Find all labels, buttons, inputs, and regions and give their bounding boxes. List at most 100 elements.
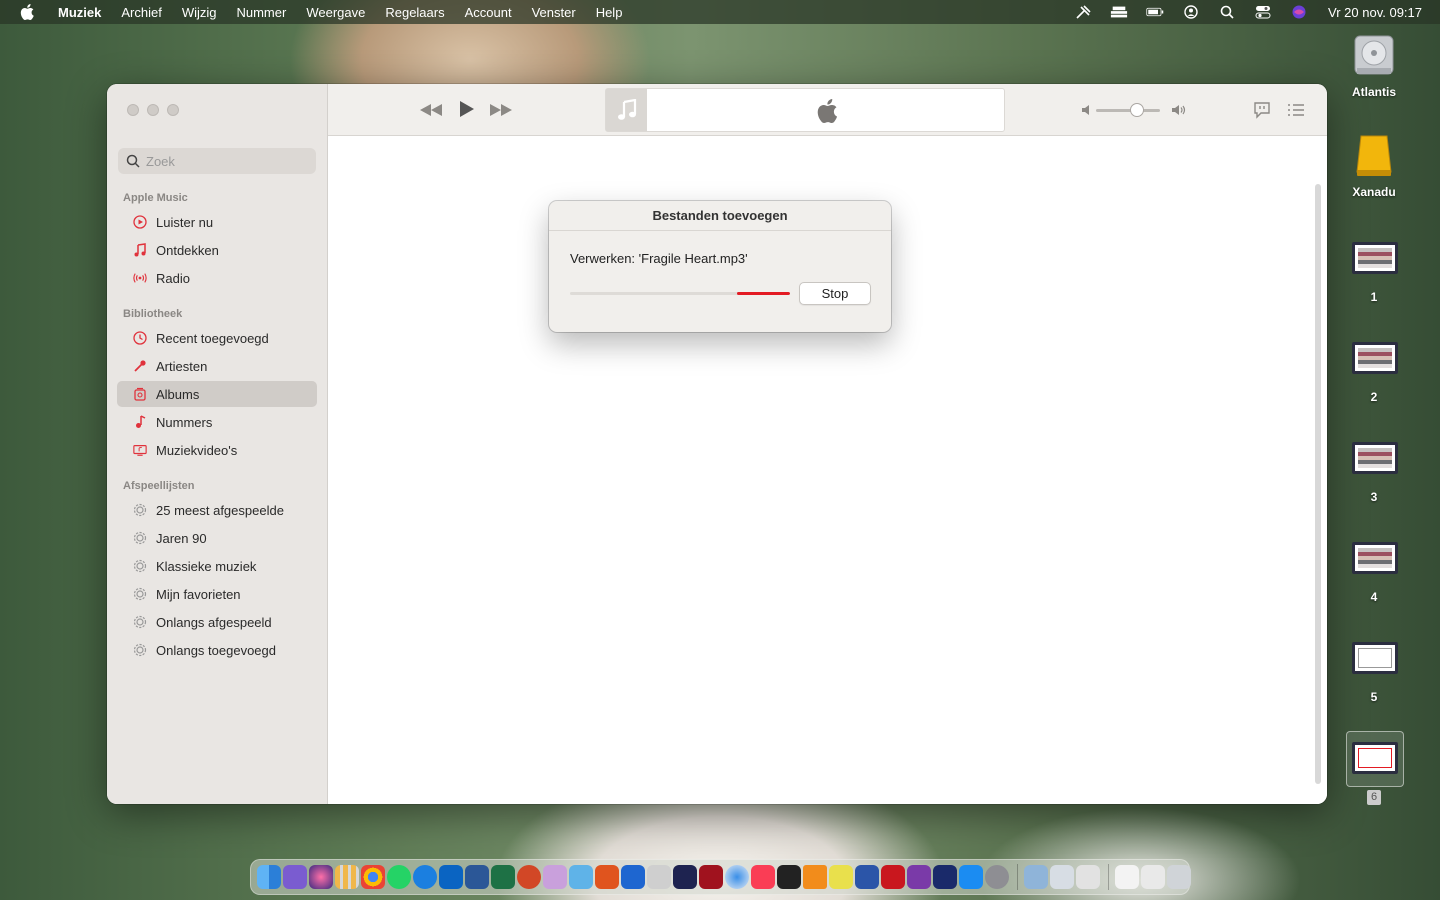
volume-slider-knob[interactable] [1130,103,1144,117]
system-preferences-dock-icon[interactable] [985,865,1009,889]
sidebar-item-radio[interactable]: Radio [117,265,317,291]
affinity-designer-dock-icon[interactable] [569,865,593,889]
space-thumbnail-2[interactable] [1352,342,1398,374]
launchpad-dock-icon[interactable] [335,865,359,889]
apple-menu-icon[interactable] [20,4,36,20]
menu-regelaars[interactable]: Regelaars [385,5,444,20]
red-box-app-dock-icon[interactable] [881,865,905,889]
rewind-button[interactable] [418,100,444,120]
sidebar-item-playlist-2[interactable]: Jaren 90 [117,525,317,551]
sidebar-item-ontdekken[interactable]: Ontdekken [117,237,317,263]
blue-app-dock-icon[interactable] [855,865,879,889]
excel-dock-icon[interactable] [491,865,515,889]
whatsapp-dock-icon[interactable] [387,865,411,889]
sidebar-item-muziekvideos[interactable]: Muziekvideo's [117,437,317,463]
progress-bar-fill [737,292,790,295]
clock-icon [133,331,147,345]
quicktime-dock-icon[interactable] [725,865,749,889]
affinity-publisher-dock-icon[interactable] [595,865,619,889]
menu-weergave[interactable]: Weergave [306,5,365,20]
downloads-dock-icon[interactable] [1141,865,1165,889]
control-center-icon[interactable] [1254,5,1272,19]
space-thumbnail-6[interactable] [1352,742,1398,774]
siri-icon[interactable] [1290,5,1308,19]
spotlight-search-icon[interactable] [1218,5,1236,19]
music-dock-icon[interactable] [751,865,775,889]
zoom-button[interactable] [167,104,179,116]
menu-wijzig[interactable]: Wijzig [182,5,217,20]
sidecar-dock-icon[interactable] [283,865,307,889]
outlook-dock-icon[interactable] [439,865,463,889]
preview-dock-icon[interactable] [1050,865,1074,889]
minimize-button[interactable] [147,104,159,116]
sidebar-item-albums[interactable]: Albums [117,381,317,407]
user-icon[interactable] [1182,5,1200,19]
powerpoint-dock-icon[interactable] [517,865,541,889]
dock-separator [1017,864,1018,890]
utilities-dock-icon[interactable] [1076,865,1100,889]
space-thumbnail-5[interactable] [1352,642,1398,674]
sidebar-item-playlist-1[interactable]: 25 meest afgespeelde [117,497,317,523]
menu-help[interactable]: Help [596,5,623,20]
space-label-3: 3 [1370,490,1378,504]
space-thumbnail-3[interactable] [1352,442,1398,474]
menu-account[interactable]: Account [465,5,512,20]
word-dock-icon[interactable] [465,865,489,889]
affinity-photo-dock-icon[interactable] [543,865,567,889]
terminal-dock-icon[interactable] [777,865,801,889]
sidebar-item-playlist-4[interactable]: Mijn favorieten [117,581,317,607]
now-playing-display[interactable] [605,88,1005,132]
red-app-dock-icon[interactable] [699,865,723,889]
sn8-dock-icon[interactable] [673,865,697,889]
play-icon [460,101,474,117]
menu-archief[interactable]: Archief [121,5,161,20]
broadcast-icon[interactable] [1074,5,1092,19]
vlc-dock-icon[interactable] [803,865,827,889]
yellow-app-dock-icon[interactable] [829,865,853,889]
calculator-dock-icon[interactable] [647,865,671,889]
sidebar-item-nummers[interactable]: Nummers [117,409,317,435]
menu-nummer[interactable]: Nummer [236,5,286,20]
progress-bar [570,292,790,295]
xcode-dock-icon[interactable] [621,865,645,889]
finder-dock-icon[interactable] [257,865,281,889]
close-button[interactable] [127,104,139,116]
vertical-scrollbar[interactable] [1315,184,1321,784]
space-thumbnail-4[interactable] [1352,542,1398,574]
app-store-a-dock-icon[interactable] [413,865,437,889]
sidebar-item-playlist-6[interactable]: Onlangs toegevoegd [117,637,317,663]
lyrics-button[interactable] [1252,100,1272,120]
stop-button[interactable]: Stop [799,282,871,305]
desktop-volume-atlantis[interactable]: Atlantis [1344,32,1404,99]
sidebar-item-artiesten[interactable]: Artiesten [117,353,317,379]
volume-slider-track[interactable] [1096,109,1160,112]
sidebar-item-luister-nu[interactable]: Luister nu [117,209,317,235]
fast-forward-button[interactable] [488,100,514,120]
search-field[interactable]: Zoek [118,148,316,174]
stack-icon[interactable] [1110,5,1128,19]
menu-app-name[interactable]: Muziek [58,5,101,20]
menubar-clock[interactable]: Vr 20 nov. 09:17 [1328,5,1422,20]
volume-label: Xanadu [1352,185,1396,199]
network-app-dock-icon[interactable] [933,865,957,889]
menu-venster[interactable]: Venster [532,5,576,20]
battery-icon[interactable] [1146,5,1164,19]
up-next-button[interactable] [1286,100,1306,120]
document-dock-icon[interactable] [1115,865,1139,889]
sidebar-item-label: Nummers [156,414,213,430]
microphone-icon [133,359,147,373]
sidebar-item-label: Mijn favorieten [156,586,241,602]
space-thumbnail-1[interactable] [1352,242,1398,274]
siri-dock-icon[interactable] [309,865,333,889]
sidebar-item-recent-toegevoegd[interactable]: Recent toegevoegd [117,325,317,351]
trash-dock-icon[interactable] [1167,865,1191,889]
sidebar-item-playlist-5[interactable]: Onlangs afgespeeld [117,609,317,635]
app-store-dock-icon[interactable] [959,865,983,889]
screen-sharing-dock-icon[interactable] [1024,865,1048,889]
chrome-dock-icon[interactable] [361,865,385,889]
puzzle-app-dock-icon[interactable] [907,865,931,889]
sidebar-item-playlist-3[interactable]: Klassieke muziek [117,553,317,579]
rewind-icon [420,104,442,116]
desktop-volume-xanadu[interactable]: Xanadu [1344,132,1404,199]
play-button[interactable] [456,98,478,120]
